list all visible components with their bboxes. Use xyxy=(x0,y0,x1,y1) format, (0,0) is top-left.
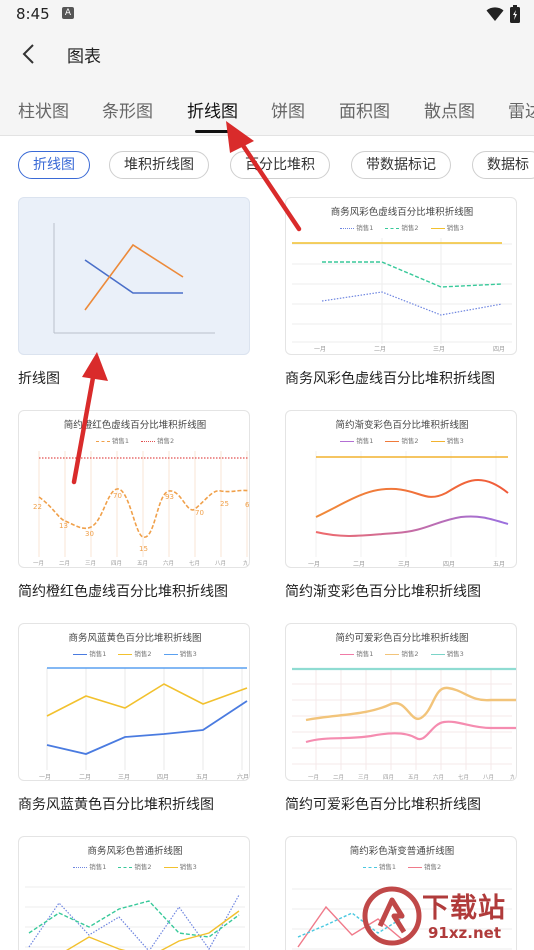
subtype-chips: 折线图 堆积折线图 百分比堆积 带数据标记 数据标 xyxy=(0,136,534,192)
template-card-business-dotted[interactable]: 商务风彩色虚线百分比堆积折线图 销售1 销售2 销售3 一月 二月 三月 四月 xyxy=(285,197,517,388)
thumbnail-chart-graphic: 22 13 30 70 15 93 70 25 6 一月 二月 三月 四月 五月… xyxy=(33,451,250,567)
template-card-orange-dashed[interactable]: 简约橙红色虚线百分比堆积折线图 销售1 销售2 22 13 30 70 15 9… xyxy=(18,410,250,601)
svg-text:八月: 八月 xyxy=(215,560,226,567)
svg-text:四月: 四月 xyxy=(383,774,394,781)
thumbnail-chart-graphic xyxy=(25,886,245,950)
template-thumbnail: 简约可爱彩色百分比堆积折线图 销售1 销售2 销售3 一月 二月 三月 四月 五… xyxy=(285,623,517,781)
svg-text:五月: 五月 xyxy=(137,560,148,567)
chip-percent-stacked[interactable]: 百分比堆积 xyxy=(230,151,330,179)
template-thumbnail: 简约橙红色虚线百分比堆积折线图 销售1 销售2 22 13 30 70 15 9… xyxy=(18,410,250,568)
svg-text:70: 70 xyxy=(113,492,122,500)
chip-with-markers[interactable]: 带数据标记 xyxy=(351,151,451,179)
tab-radar-chart[interactable]: 雷达 xyxy=(508,97,534,122)
svg-text:三月: 三月 xyxy=(433,346,445,353)
svg-text:八月: 八月 xyxy=(483,774,494,781)
tab-line-chart[interactable]: 折线图 xyxy=(187,97,238,122)
svg-text:六月: 六月 xyxy=(163,559,174,567)
svg-text:22: 22 xyxy=(33,503,42,511)
svg-text:二月: 二月 xyxy=(59,560,70,567)
svg-text:五月: 五月 xyxy=(408,774,419,781)
thumbnail-chart-graphic: 一月 二月 三月 四月 五月 六月 xyxy=(39,667,249,781)
svg-text:13: 13 xyxy=(59,522,68,530)
svg-text:一月: 一月 xyxy=(314,346,326,353)
template-card-gradient[interactable]: 简约渐变彩色百分比堆积折线图 销售1 销售2 销售3 一月 二月 三月 四月 五… xyxy=(285,410,517,601)
svg-text:四月: 四月 xyxy=(111,560,122,567)
chip-data-labels[interactable]: 数据标 xyxy=(472,151,534,179)
battery-icon xyxy=(510,5,520,23)
svg-text:二月: 二月 xyxy=(79,774,91,781)
template-caption: 商务风蓝黄色百分比堆积折线图 xyxy=(18,797,214,813)
back-arrow-icon[interactable] xyxy=(16,40,44,68)
svg-text:四月: 四月 xyxy=(493,346,505,353)
wifi-icon xyxy=(486,7,504,21)
svg-text:七月: 七月 xyxy=(189,559,200,567)
tab-horizontal-bar-chart[interactable]: 条形图 xyxy=(102,97,153,122)
svg-text:93: 93 xyxy=(165,493,174,501)
template-caption: 简约橙红色虚线百分比堆积折线图 xyxy=(18,584,228,600)
template-thumbnail xyxy=(18,197,250,355)
svg-text:二月: 二月 xyxy=(374,346,386,353)
active-tab-indicator xyxy=(195,130,229,133)
watermark-logo: 下载站 91xz.net xyxy=(362,884,532,950)
svg-text:70: 70 xyxy=(195,509,204,517)
svg-text:6: 6 xyxy=(245,501,250,509)
template-card-blue-yellow[interactable]: 商务风蓝黄色百分比堆积折线图 销售1 销售2 销售3 一月 二月 三月 四月 五… xyxy=(18,623,250,814)
chip-line[interactable]: 折线图 xyxy=(18,151,90,179)
svg-text:五月: 五月 xyxy=(493,561,505,568)
watermark-url: 91xz.net xyxy=(428,924,502,942)
template-caption: 折线图 xyxy=(18,371,60,387)
template-card-cute-color[interactable]: 简约可爱彩色百分比堆积折线图 销售1 销售2 销售3 一月 二月 三月 四月 五… xyxy=(285,623,517,814)
svg-text:15: 15 xyxy=(139,545,148,553)
thumbnail-chart-graphic: 一月 二月 三月 四月 xyxy=(292,238,512,353)
svg-text:九: 九 xyxy=(243,559,249,567)
template-thumbnail: 简约渐变彩色百分比堆积折线图 销售1 销售2 销售3 一月 二月 三月 四月 五… xyxy=(285,410,517,568)
watermark-badge-icon xyxy=(362,886,422,946)
svg-text:25: 25 xyxy=(220,500,229,508)
thumbnail-chart-graphic: 一月 二月 三月 四月 五月 六月 七月 八月 九 xyxy=(292,667,516,781)
app-bar: 图表 xyxy=(0,28,534,80)
svg-text:一月: 一月 xyxy=(33,560,44,567)
status-bar: 8:45 A xyxy=(0,0,534,28)
page-title: 图表 xyxy=(67,47,101,67)
template-card-line[interactable]: 折线图 xyxy=(18,197,250,388)
svg-text:六月: 六月 xyxy=(433,773,444,781)
tab-bar-chart[interactable]: 柱状图 xyxy=(18,97,69,122)
svg-text:四月: 四月 xyxy=(157,774,169,781)
template-caption: 简约可爱彩色百分比堆积折线图 xyxy=(285,797,481,813)
svg-text:三月: 三月 xyxy=(85,560,96,567)
svg-text:三月: 三月 xyxy=(118,774,130,781)
svg-text:一月: 一月 xyxy=(308,774,319,781)
chart-type-tabs: 柱状图 条形图 折线图 饼图 面积图 散点图 雷达 xyxy=(0,80,534,136)
tab-pie-chart[interactable]: 饼图 xyxy=(271,97,305,122)
svg-text:三月: 三月 xyxy=(398,561,410,568)
svg-text:四月: 四月 xyxy=(443,561,455,568)
tab-area-chart[interactable]: 面积图 xyxy=(339,97,390,122)
svg-text:二月: 二月 xyxy=(353,561,365,568)
svg-text:一月: 一月 xyxy=(39,774,51,781)
template-thumbnail: 商务风彩色普通折线图 销售1 销售2 销售3 xyxy=(18,836,250,950)
chip-stacked-line[interactable]: 堆积折线图 xyxy=(109,151,209,179)
svg-text:30: 30 xyxy=(85,530,94,538)
watermark-text: 下载站 xyxy=(422,893,506,924)
svg-text:三月: 三月 xyxy=(358,774,369,781)
svg-text:九: 九 xyxy=(510,773,516,781)
svg-text:六月: 六月 xyxy=(237,773,249,781)
svg-text:五月: 五月 xyxy=(196,774,208,781)
svg-text:七月: 七月 xyxy=(458,773,469,781)
template-card-business-plain[interactable]: 商务风彩色普通折线图 销售1 销售2 销售3 xyxy=(18,836,250,950)
status-time: 8:45 xyxy=(16,5,50,23)
svg-text:二月: 二月 xyxy=(333,774,344,781)
tab-scatter-chart[interactable]: 散点图 xyxy=(424,97,475,122)
template-caption: 简约渐变彩色百分比堆积折线图 xyxy=(285,584,481,600)
svg-text:一月: 一月 xyxy=(308,561,320,568)
line-chart-thumbnail-icon xyxy=(53,223,215,334)
template-thumbnail: 商务风彩色虚线百分比堆积折线图 销售1 销售2 销售3 一月 二月 三月 四月 xyxy=(285,197,517,355)
notification-icon: A xyxy=(62,7,74,19)
template-caption: 商务风彩色虚线百分比堆积折线图 xyxy=(285,371,495,387)
thumbnail-chart-graphic: 一月 二月 三月 四月 五月 xyxy=(308,451,509,568)
template-thumbnail: 商务风蓝黄色百分比堆积折线图 销售1 销售2 销售3 一月 二月 三月 四月 五… xyxy=(18,623,250,781)
